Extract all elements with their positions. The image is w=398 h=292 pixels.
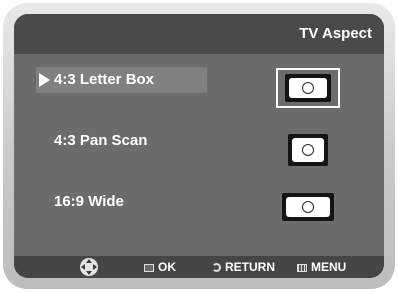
return-icon <box>212 263 221 272</box>
menu-hint[interactable]: MENU <box>297 256 346 278</box>
tv-letterbox-icon <box>285 74 331 102</box>
ok-hint[interactable]: OK <box>144 256 176 278</box>
menu-item-panscan[interactable]: 4:3 Pan Scan <box>36 128 207 154</box>
dpad-icon <box>80 258 98 276</box>
selection-arrow-icon <box>39 73 50 87</box>
tv-panscan-icon <box>288 134 328 166</box>
menu-icon <box>297 264 307 272</box>
menu-item-wide[interactable]: 16:9 Wide <box>36 189 207 215</box>
menu-item-label: 16:9 Wide <box>54 193 124 210</box>
footer-bar: OK RETURN MENU <box>14 256 384 278</box>
menu-item-label: 4:3 Letter Box <box>54 71 155 88</box>
menu-label: MENU <box>311 260 347 274</box>
page-title: TV Aspect <box>299 25 372 42</box>
ok-icon <box>144 264 154 272</box>
header-bar: TV Aspect <box>14 14 384 54</box>
return-label: RETURN <box>225 260 275 274</box>
menu-item-letterbox[interactable]: 4:3 Letter Box <box>36 67 207 93</box>
ok-label: OK <box>158 260 176 274</box>
osd-screen: TV Aspect 4:3 Letter Box 4:3 Pan Scan 16… <box>14 14 384 278</box>
menu-item-label: 4:3 Pan Scan <box>54 132 148 149</box>
tv-wide-icon <box>282 193 334 221</box>
return-hint[interactable]: RETURN <box>212 256 275 278</box>
